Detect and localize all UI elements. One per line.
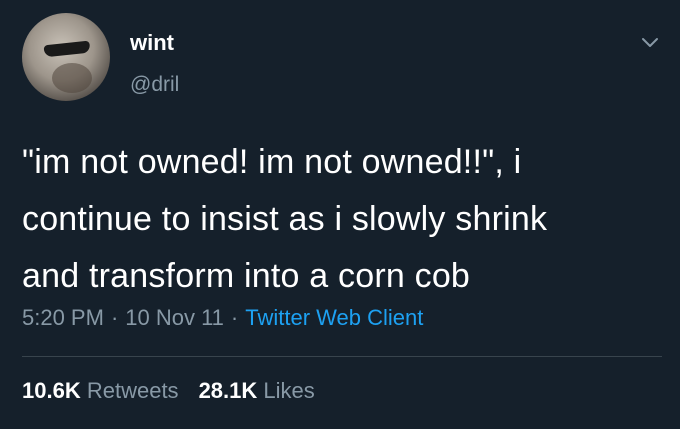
- avatar-sunglasses: [43, 40, 91, 58]
- avatar[interactable]: [22, 13, 110, 101]
- tweet-text: "im not owned! im not owned!!", i contin…: [22, 143, 548, 295]
- chevron-down-icon[interactable]: [638, 30, 662, 54]
- author-display-name[interactable]: wint: [130, 30, 174, 56]
- tweet-date[interactable]: 10 Nov 11: [125, 305, 224, 330]
- tweet-client-link[interactable]: Twitter Web Client: [245, 305, 423, 330]
- retweets-stat[interactable]: 10.6K Retweets: [22, 378, 179, 403]
- tweet-card: wint @dril "im not owned! im not owned!!…: [0, 0, 680, 429]
- likes-count: 28.1K: [198, 378, 258, 403]
- avatar-face-shadow: [52, 63, 92, 93]
- likes-stat[interactable]: 28.1K Likes: [199, 378, 315, 403]
- meta-separator: ·: [110, 305, 119, 330]
- divider: [22, 356, 662, 357]
- retweets-label: Retweets: [86, 378, 179, 403]
- author-handle[interactable]: @dril: [130, 72, 179, 98]
- likes-label: Likes: [263, 378, 315, 403]
- tweet-time[interactable]: 5:20 PM: [22, 305, 104, 330]
- meta-separator: ·: [230, 305, 239, 330]
- tweet-metadata: 5:20 PM · 10 Nov 11 · Twitter Web Client: [22, 303, 423, 333]
- tweet-stats: 10.6K Retweets 28.1K Likes: [22, 376, 315, 406]
- retweets-count: 10.6K: [22, 378, 81, 403]
